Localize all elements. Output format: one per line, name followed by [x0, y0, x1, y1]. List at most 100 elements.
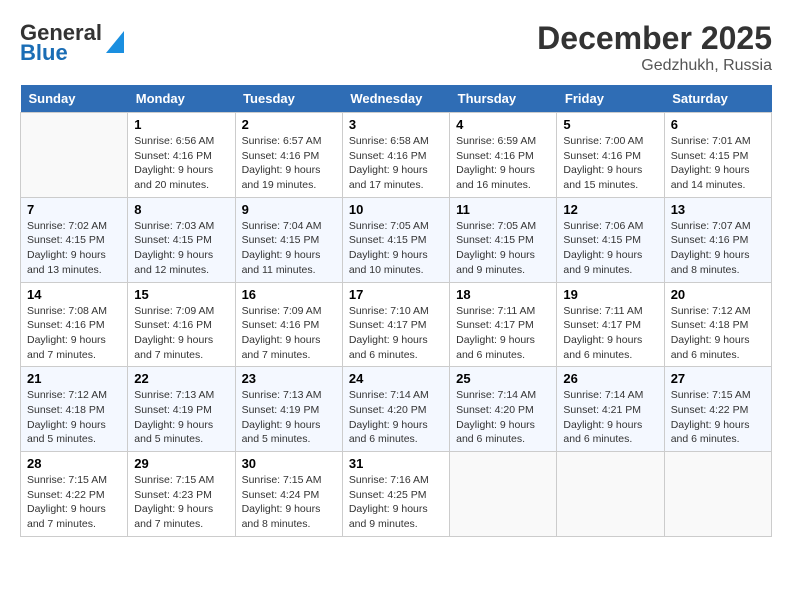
cell-date-number: 5 — [563, 117, 657, 132]
cell-sun-info: Sunrise: 7:06 AMSunset: 4:15 PMDaylight:… — [563, 219, 657, 278]
cell-sun-info: Sunrise: 7:09 AMSunset: 4:16 PMDaylight:… — [134, 304, 228, 363]
calendar-cell: 7 Sunrise: 7:02 AMSunset: 4:15 PMDaylight… — [21, 197, 128, 282]
cell-date-number: 16 — [242, 287, 336, 302]
cell-date-number: 22 — [134, 371, 228, 386]
calendar-cell: 30 Sunrise: 7:15 AMSunset: 4:24 PMDayligh… — [235, 452, 342, 537]
cell-date-number: 25 — [456, 371, 550, 386]
calendar-cell: 27 Sunrise: 7:15 AMSunset: 4:22 PMDayligh… — [664, 367, 771, 452]
calendar-cell: 11 Sunrise: 7:05 AMSunset: 4:15 PMDayligh… — [450, 197, 557, 282]
calendar-cell: 19 Sunrise: 7:11 AMSunset: 4:17 PMDayligh… — [557, 282, 664, 367]
cell-date-number: 19 — [563, 287, 657, 302]
weekday-header-saturday: Saturday — [664, 85, 771, 113]
cell-sun-info: Sunrise: 7:05 AMSunset: 4:15 PMDaylight:… — [456, 219, 550, 278]
cell-date-number: 7 — [27, 202, 121, 217]
calendar-cell: 5 Sunrise: 7:00 AMSunset: 4:16 PMDaylight… — [557, 113, 664, 198]
calendar-cell: 8Sunrise: 7:03 AMSunset: 4:15 PMDaylight… — [128, 197, 235, 282]
cell-sun-info: Sunrise: 7:07 AMSunset: 4:16 PMDaylight:… — [671, 219, 765, 278]
cell-date-number: 14 — [27, 287, 121, 302]
cell-date-number: 23 — [242, 371, 336, 386]
cell-date-number: 15 — [134, 287, 228, 302]
cell-sun-info: Sunrise: 7:01 AMSunset: 4:15 PMDaylight:… — [671, 134, 765, 193]
calendar-cell: 18 Sunrise: 7:11 AMSunset: 4:17 PMDayligh… — [450, 282, 557, 367]
title-block: December 2025 Gedzhukh, Russia — [537, 20, 772, 75]
cell-date-number: 20 — [671, 287, 765, 302]
calendar-cell: 3 Sunrise: 6:58 AMSunset: 4:16 PMDaylight… — [342, 113, 449, 198]
calendar-week-row: 28 Sunrise: 7:15 AMSunset: 4:22 PMDayligh… — [21, 452, 772, 537]
weekday-header-tuesday: Tuesday — [235, 85, 342, 113]
cell-sun-info: Sunrise: 6:58 AMSunset: 4:16 PMDaylight:… — [349, 134, 443, 193]
cell-date-number: 1 — [134, 117, 228, 132]
calendar-cell: 10Sunrise: 7:05 AMSunset: 4:15 PMDayligh… — [342, 197, 449, 282]
cell-date-number: 17 — [349, 287, 443, 302]
cell-sun-info: Sunrise: 7:14 AMSunset: 4:21 PMDaylight:… — [563, 388, 657, 447]
calendar-cell: 2 Sunrise: 6:57 AMSunset: 4:16 PMDaylight… — [235, 113, 342, 198]
page-header: General Blue December 2025 Gedzhukh, Rus… — [20, 20, 772, 75]
cell-sun-info: Sunrise: 7:03 AMSunset: 4:15 PMDaylight:… — [134, 219, 228, 278]
cell-date-number: 26 — [563, 371, 657, 386]
cell-date-number: 11 — [456, 202, 550, 217]
cell-date-number: 2 — [242, 117, 336, 132]
cell-sun-info: Sunrise: 7:02 AMSunset: 4:15 PMDaylight:… — [27, 219, 121, 278]
calendar-cell: 12 Sunrise: 7:06 AMSunset: 4:15 PMDayligh… — [557, 197, 664, 282]
calendar-cell: 17Sunrise: 7:10 AMSunset: 4:17 PMDayligh… — [342, 282, 449, 367]
calendar-week-row: 7 Sunrise: 7:02 AMSunset: 4:15 PMDaylight… — [21, 197, 772, 282]
calendar-cell: 14Sunrise: 7:08 AMSunset: 4:16 PMDayligh… — [21, 282, 128, 367]
cell-sun-info: Sunrise: 6:59 AMSunset: 4:16 PMDaylight:… — [456, 134, 550, 193]
cell-sun-info: Sunrise: 7:15 AMSunset: 4:24 PMDaylight:… — [242, 473, 336, 532]
logo-triangle-icon — [106, 31, 124, 53]
weekday-header-wednesday: Wednesday — [342, 85, 449, 113]
calendar-cell: 15 Sunrise: 7:09 AMSunset: 4:16 PMDayligh… — [128, 282, 235, 367]
calendar-cell: 25 Sunrise: 7:14 AMSunset: 4:20 PMDayligh… — [450, 367, 557, 452]
weekday-header-thursday: Thursday — [450, 85, 557, 113]
cell-sun-info: Sunrise: 7:11 AMSunset: 4:17 PMDaylight:… — [563, 304, 657, 363]
calendar-cell — [664, 452, 771, 537]
cell-date-number: 6 — [671, 117, 765, 132]
cell-sun-info: Sunrise: 6:57 AMSunset: 4:16 PMDaylight:… — [242, 134, 336, 193]
cell-date-number: 30 — [242, 456, 336, 471]
calendar-cell: 28 Sunrise: 7:15 AMSunset: 4:22 PMDayligh… — [21, 452, 128, 537]
calendar-week-row: 21Sunrise: 7:12 AMSunset: 4:18 PMDayligh… — [21, 367, 772, 452]
cell-date-number: 21 — [27, 371, 121, 386]
calendar-cell: 23 Sunrise: 7:13 AMSunset: 4:19 PMDayligh… — [235, 367, 342, 452]
calendar-cell: 31Sunrise: 7:16 AMSunset: 4:25 PMDayligh… — [342, 452, 449, 537]
calendar-cell — [21, 113, 128, 198]
calendar-cell: 21Sunrise: 7:12 AMSunset: 4:18 PMDayligh… — [21, 367, 128, 452]
cell-sun-info: Sunrise: 7:14 AMSunset: 4:20 PMDaylight:… — [349, 388, 443, 447]
logo-blue: Blue — [20, 40, 68, 66]
cell-date-number: 18 — [456, 287, 550, 302]
cell-sun-info: Sunrise: 7:15 AMSunset: 4:22 PMDaylight:… — [27, 473, 121, 532]
cell-date-number: 29 — [134, 456, 228, 471]
cell-sun-info: Sunrise: 7:15 AMSunset: 4:23 PMDaylight:… — [134, 473, 228, 532]
cell-sun-info: Sunrise: 7:15 AMSunset: 4:22 PMDaylight:… — [671, 388, 765, 447]
cell-date-number: 28 — [27, 456, 121, 471]
cell-date-number: 27 — [671, 371, 765, 386]
cell-sun-info: Sunrise: 7:13 AMSunset: 4:19 PMDaylight:… — [242, 388, 336, 447]
weekday-header-row: SundayMondayTuesdayWednesdayThursdayFrid… — [21, 85, 772, 113]
calendar-cell: 4 Sunrise: 6:59 AMSunset: 4:16 PMDaylight… — [450, 113, 557, 198]
weekday-header-friday: Friday — [557, 85, 664, 113]
cell-sun-info: Sunrise: 7:04 AMSunset: 4:15 PMDaylight:… — [242, 219, 336, 278]
month-title: December 2025 — [537, 20, 772, 57]
cell-date-number: 3 — [349, 117, 443, 132]
cell-sun-info: Sunrise: 7:00 AMSunset: 4:16 PMDaylight:… — [563, 134, 657, 193]
cell-sun-info: Sunrise: 7:09 AMSunset: 4:16 PMDaylight:… — [242, 304, 336, 363]
calendar-cell: 1 Sunrise: 6:56 AMSunset: 4:16 PMDaylight… — [128, 113, 235, 198]
cell-sun-info: Sunrise: 7:05 AMSunset: 4:15 PMDaylight:… — [349, 219, 443, 278]
calendar-cell — [450, 452, 557, 537]
cell-sun-info: Sunrise: 7:12 AMSunset: 4:18 PMDaylight:… — [671, 304, 765, 363]
location-subtitle: Gedzhukh, Russia — [537, 57, 772, 75]
cell-date-number: 31 — [349, 456, 443, 471]
cell-sun-info: Sunrise: 7:14 AMSunset: 4:20 PMDaylight:… — [456, 388, 550, 447]
calendar-cell: 22Sunrise: 7:13 AMSunset: 4:19 PMDayligh… — [128, 367, 235, 452]
calendar-cell: 6 Sunrise: 7:01 AMSunset: 4:15 PMDaylight… — [664, 113, 771, 198]
cell-sun-info: Sunrise: 7:11 AMSunset: 4:17 PMDaylight:… — [456, 304, 550, 363]
calendar-cell: 20 Sunrise: 7:12 AMSunset: 4:18 PMDayligh… — [664, 282, 771, 367]
cell-date-number: 4 — [456, 117, 550, 132]
calendar-cell: 16 Sunrise: 7:09 AMSunset: 4:16 PMDayligh… — [235, 282, 342, 367]
logo: General Blue — [20, 20, 106, 66]
calendar-cell: 26 Sunrise: 7:14 AMSunset: 4:21 PMDayligh… — [557, 367, 664, 452]
cell-date-number: 12 — [563, 202, 657, 217]
calendar-cell: 9Sunrise: 7:04 AMSunset: 4:15 PMDaylight… — [235, 197, 342, 282]
weekday-header-sunday: Sunday — [21, 85, 128, 113]
cell-sun-info: Sunrise: 6:56 AMSunset: 4:16 PMDaylight:… — [134, 134, 228, 193]
